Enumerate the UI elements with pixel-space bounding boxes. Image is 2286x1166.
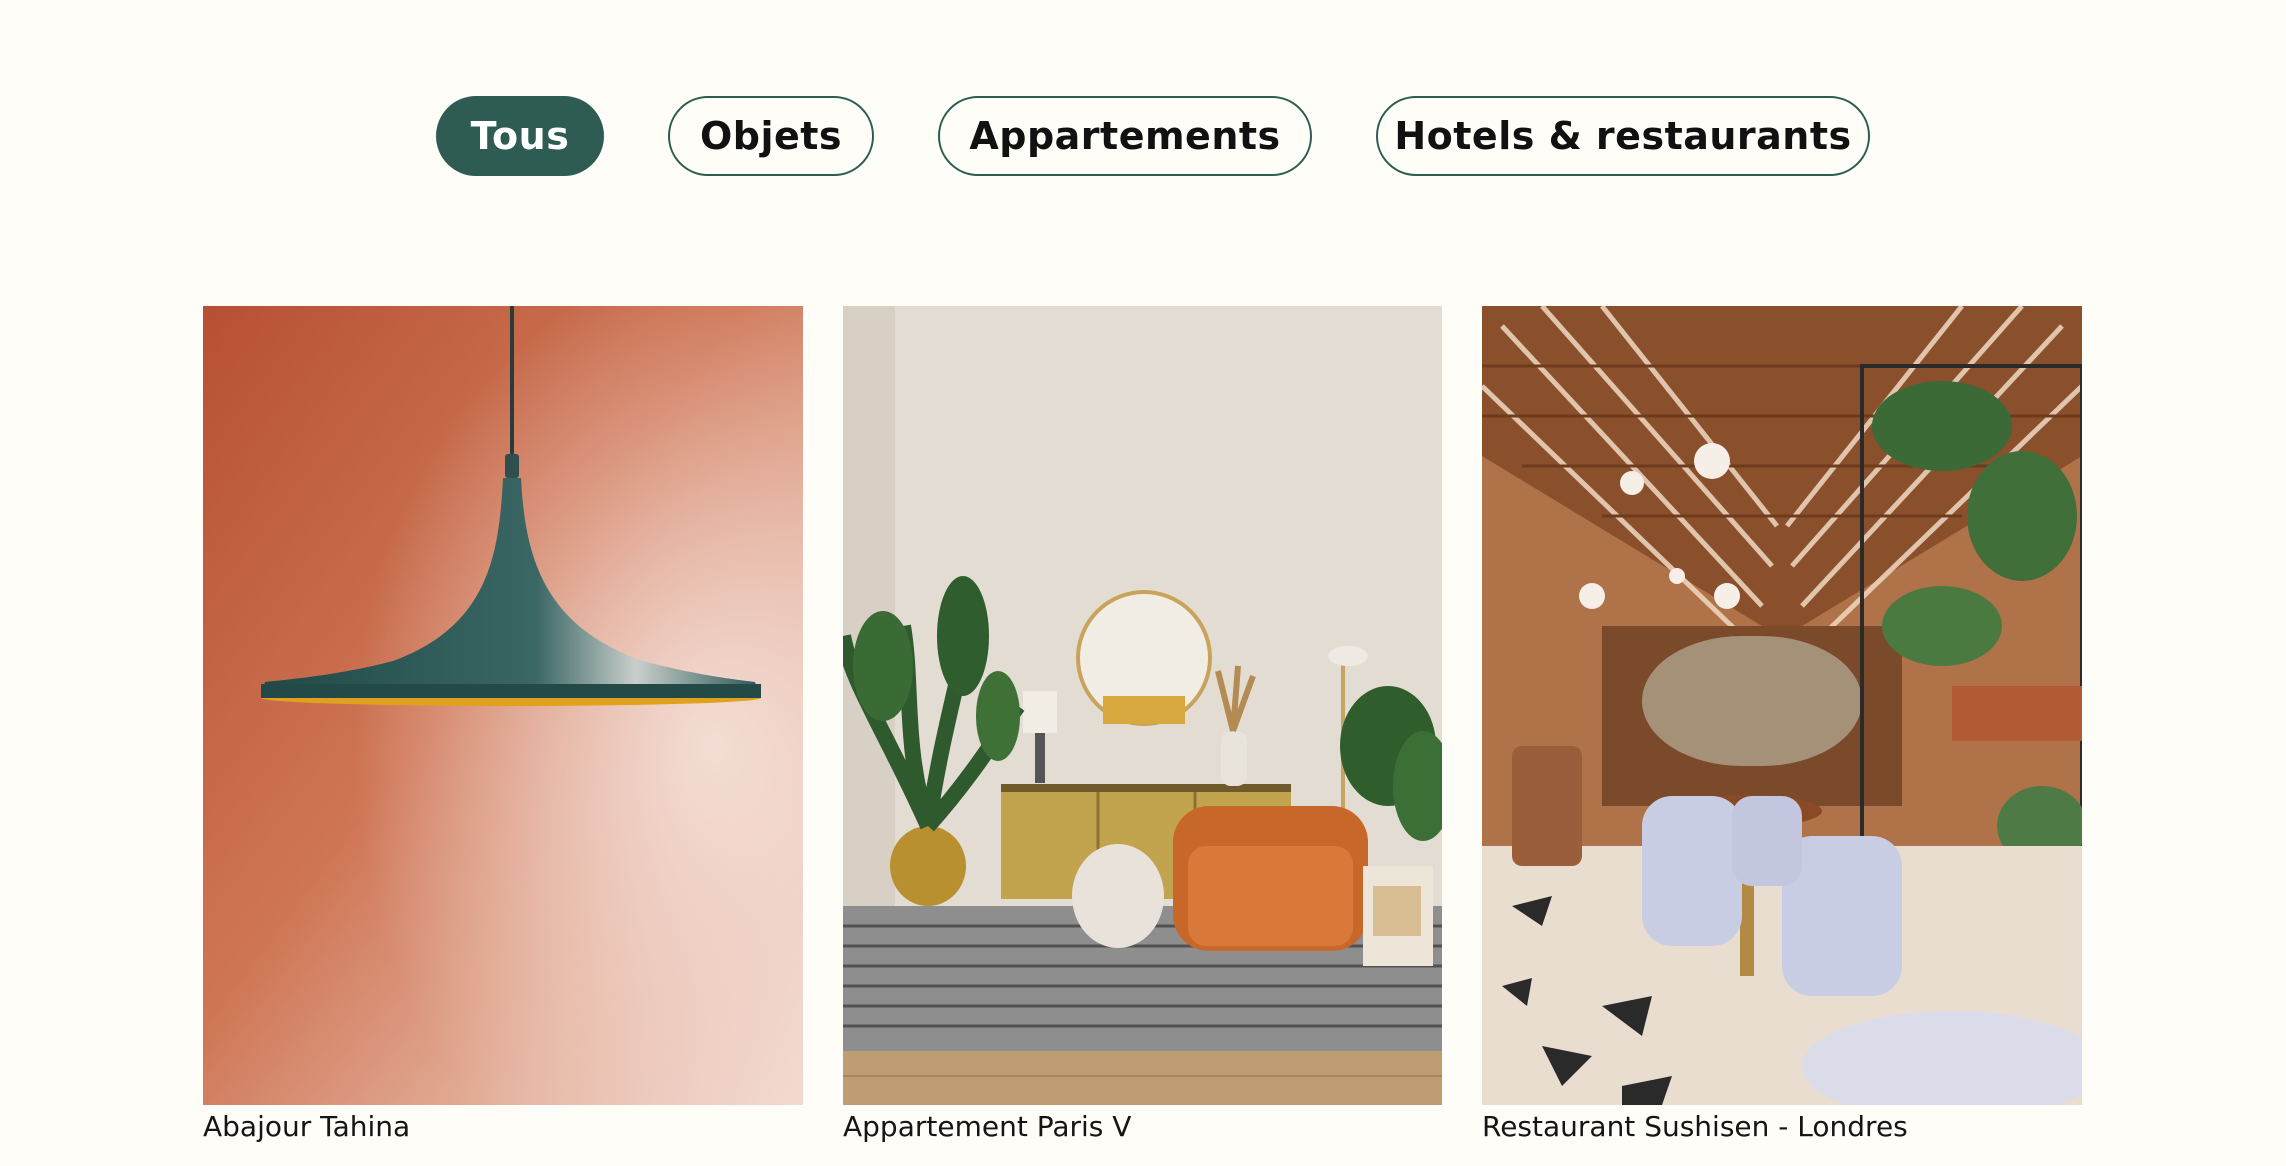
filter-tous-button[interactable]: Tous — [436, 96, 604, 176]
project-image-apartment[interactable] — [843, 306, 1442, 1105]
project-caption: Abajour Tahina — [203, 1110, 411, 1143]
project-caption: Restaurant Sushisen - Londres — [1482, 1110, 1908, 1143]
project-card[interactable]: Abajour Tahina — [203, 306, 803, 1145]
project-caption: Appartement Paris V — [843, 1110, 1132, 1143]
category-filter-bar: Tous Objets Appartements Hotels & restau… — [0, 96, 2286, 178]
project-card[interactable]: Appartement Paris V — [843, 306, 1442, 1145]
filter-appartements-button[interactable]: Appartements — [938, 96, 1312, 176]
project-image-restaurant[interactable] — [1482, 306, 2082, 1105]
project-image-lamp[interactable] — [203, 306, 803, 1105]
project-card[interactable]: Restaurant Sushisen - Londres — [1482, 306, 2082, 1145]
filter-hotels-restaurants-button[interactable]: Hotels & restaurants — [1376, 96, 1870, 176]
filter-objets-button[interactable]: Objets — [668, 96, 874, 176]
